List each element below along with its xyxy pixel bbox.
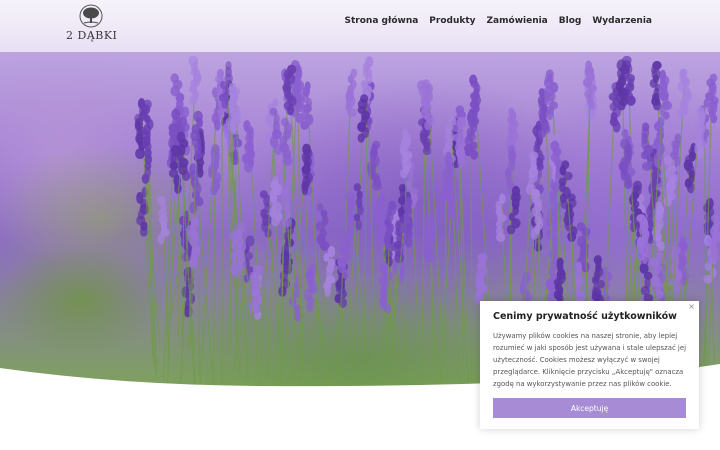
cookie-body-line: zgodę na wykorzystywanie przez nas plikó… [493,380,672,388]
accept-cookies-button[interactable]: Akceptuję [493,398,686,418]
nav-item-home[interactable]: Strona główna [345,16,419,26]
nav-item-events[interactable]: Wydarzenia [592,16,652,26]
tree-icon [79,4,103,28]
cookie-body-line: użyteczność. Cookies możesz wyłączyć w s… [493,356,660,364]
logo-text: 2 DĄBKI [66,29,118,42]
cookie-body-line: przeglądarce. Kliknięcie przycisku „Akce… [493,368,684,376]
cookie-title: Cenimy prywatność użytkowników [493,311,677,322]
cookie-body-line: Używamy plików cookies na naszej stronie… [493,332,678,340]
nav-item-blog[interactable]: Blog [559,16,582,26]
nav-item-products[interactable]: Produkty [429,16,475,26]
site-header: 2 DĄBKI Strona główna Produkty Zamówieni… [0,0,720,52]
nav-item-orders[interactable]: Zamówienia [487,16,548,26]
cookie-body-line: rozumieć w jaki sposób jest używana i st… [493,344,687,352]
cookie-body: Używamy plików cookies na naszej stronie… [493,330,686,390]
close-icon[interactable]: × [688,302,695,311]
main-nav: Strona główna Produkty Zamówienia Blog W… [345,16,652,26]
cookie-consent-dialog: × Cenimy prywatność użytkowników Używamy… [480,301,699,429]
site-logo[interactable]: 2 DĄBKI [66,4,118,44]
